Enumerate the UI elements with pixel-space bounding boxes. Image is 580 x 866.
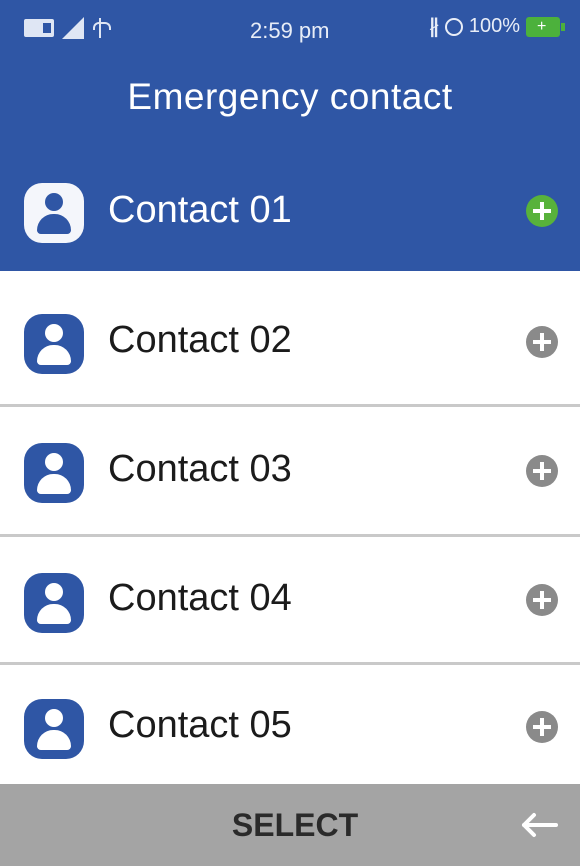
status-left-icons [24, 16, 111, 40]
bluetooth-icon: ∦ [428, 16, 439, 38]
back-arrow-icon[interactable] [512, 798, 566, 852]
battery-charging-icon: + [526, 16, 565, 37]
contact-label: Contact 03 [108, 448, 292, 490]
contact-row-04[interactable]: Contact 04 [0, 537, 580, 665]
status-bar: 2:59 pm ∦ 100% + [0, 0, 580, 62]
contact-avatar-icon [24, 183, 84, 243]
select-button[interactable]: SELECT [0, 784, 460, 866]
avatar-body [37, 604, 71, 624]
status-right-icons: ∦ 100% + [428, 14, 565, 39]
sim-icon [24, 19, 54, 37]
battery-percentage: 100% [468, 15, 520, 37]
usb-icon [92, 16, 111, 40]
status-time: 2:59 pm [250, 18, 330, 43]
contact-row-05[interactable]: Contact 05 [0, 665, 580, 784]
contact-avatar-icon [24, 699, 84, 759]
add-contact-button[interactable] [526, 711, 558, 743]
contact-row-03[interactable]: Contact 03 [0, 407, 580, 537]
contact-avatar-icon [24, 314, 84, 374]
contact-label: Contact 04 [108, 577, 292, 619]
avatar-body [37, 474, 71, 494]
contact-label: Contact 05 [108, 704, 292, 746]
page-title: Emergency contact [127, 76, 453, 117]
alarm-icon [444, 17, 463, 36]
bottom-bar: SELECT [0, 784, 580, 866]
contact-avatar-icon [24, 443, 84, 503]
avatar-body [37, 345, 71, 365]
add-contact-button[interactable] [526, 455, 558, 487]
contact-label: Contact 01 [108, 189, 292, 231]
phone-screen: 2:59 pm ∦ 100% + Emergency contact Conta… [0, 0, 580, 866]
contact-row-02[interactable]: Contact 02 [0, 271, 580, 407]
battery-bolt-icon: + [537, 17, 547, 35]
contact-label: Contact 02 [108, 319, 292, 361]
avatar-head [45, 583, 63, 601]
avatar-body [37, 730, 71, 750]
header: 2:59 pm ∦ 100% + Emergency contact [0, 0, 580, 145]
back-arrow-svg [522, 813, 558, 837]
contact-avatar-icon [24, 573, 84, 633]
add-contact-button[interactable] [526, 584, 558, 616]
avatar-head [45, 709, 63, 727]
avatar-head [45, 453, 63, 471]
contact-row-01[interactable]: Contact 01 [0, 145, 580, 271]
avatar-head [45, 193, 63, 211]
avatar-head [45, 324, 63, 342]
signal-icon [62, 17, 84, 39]
avatar-body [37, 214, 71, 234]
add-contact-button[interactable] [526, 326, 558, 358]
add-contact-button[interactable] [526, 195, 558, 227]
